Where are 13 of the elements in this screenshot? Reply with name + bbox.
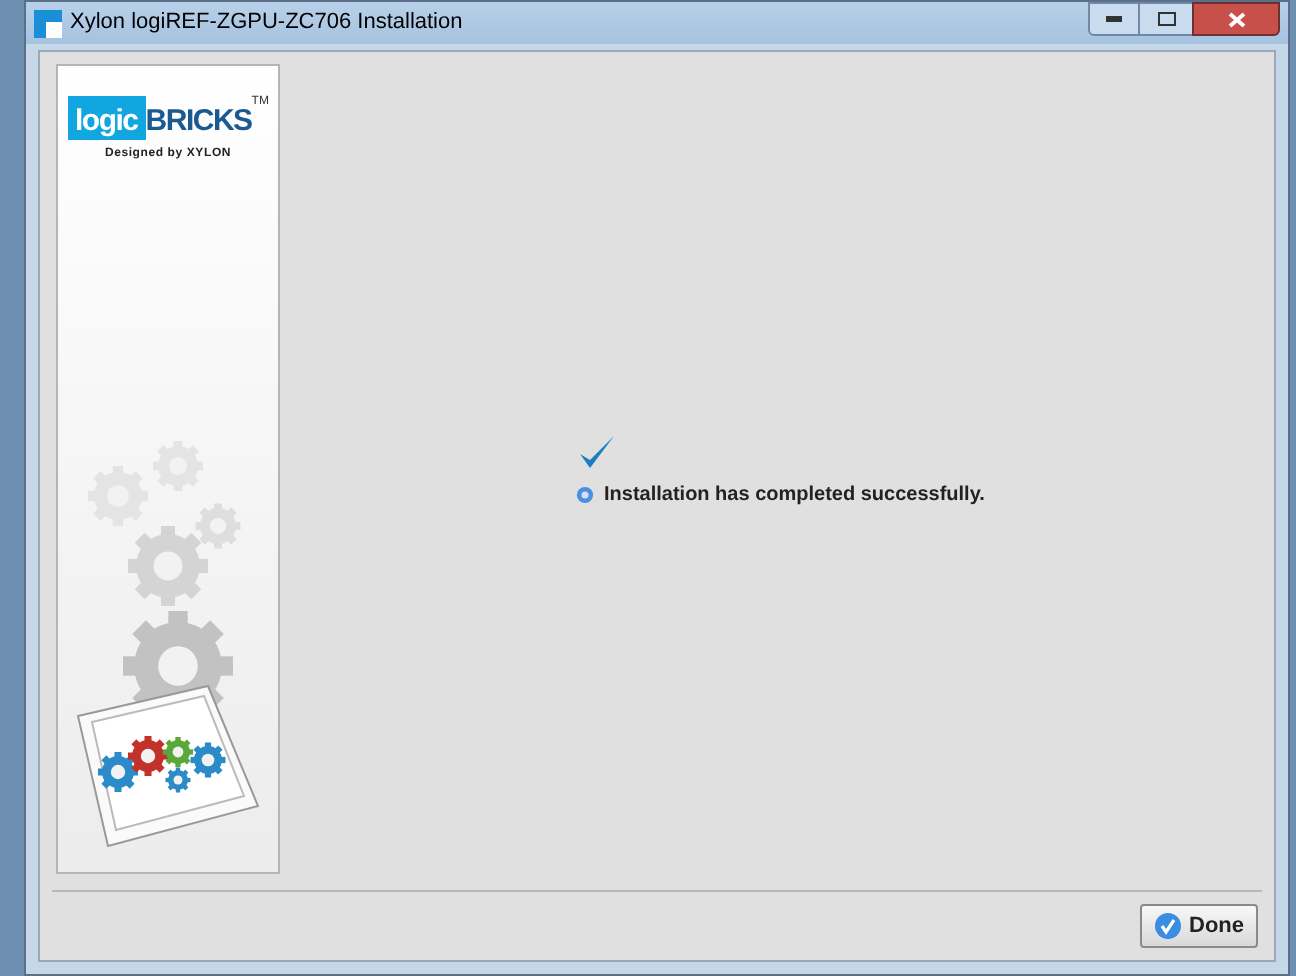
maximize-icon [1157,12,1175,26]
minimize-icon [1106,16,1122,22]
logo-prefix: logic [67,96,146,140]
close-button[interactable] [1192,2,1280,36]
window-title: Xylon logiREF-ZGPU-ZC706 Installation [70,8,463,39]
checkmark-icon [1153,912,1181,940]
app-icon [34,9,62,37]
maximize-button[interactable] [1140,2,1192,36]
minimize-button[interactable] [1088,2,1140,36]
logo-name: BRICKS [145,104,252,140]
status-message: Installation has completed successfully. [604,482,985,510]
close-icon [1227,11,1245,27]
done-button[interactable]: Done [1139,904,1258,948]
